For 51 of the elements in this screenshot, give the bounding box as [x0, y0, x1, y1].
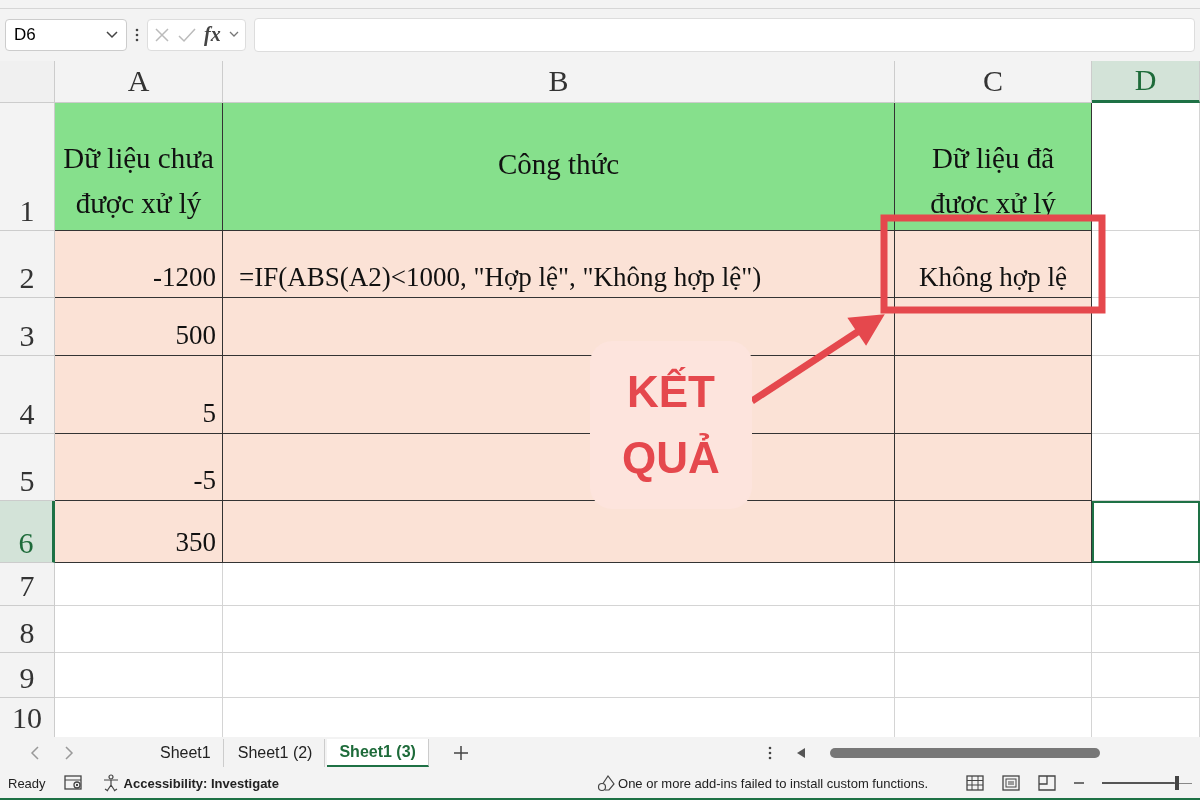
column-header[interactable]: A [55, 60, 223, 103]
header-cell: Công thức [223, 102, 895, 231]
sheet-tab[interactable]: Sheet1 (3) [327, 738, 429, 767]
macro-recording-icon[interactable] [63, 775, 84, 792]
table-cell: -5 [55, 433, 223, 501]
sheet-tab[interactable]: Sheet1 [148, 738, 224, 767]
name-box[interactable]: D6 [5, 18, 127, 51]
add-sheet-icon[interactable] [452, 744, 469, 761]
row-header[interactable]: 9 [0, 652, 55, 698]
formula-input[interactable] [253, 17, 1195, 52]
horizontal-scrollbar[interactable] [830, 747, 1100, 758]
next-sheet-icon[interactable] [64, 745, 74, 760]
row-header[interactable]: 3 [0, 297, 55, 356]
accessibility-button[interactable]: Accessibility: Investigate [101, 774, 279, 793]
row-header[interactable]: 1 [0, 102, 55, 231]
accessibility-icon [101, 774, 120, 793]
normal-view-icon[interactable] [966, 775, 984, 792]
scroll-left-icon[interactable] [796, 746, 806, 759]
table-cell: 350 [55, 500, 223, 563]
page-break-icon[interactable] [1038, 775, 1056, 792]
row-header[interactable]: 8 [0, 605, 55, 653]
table-cell: Không hợp lệ [895, 230, 1092, 298]
callout-label: KẾT QUẢ [590, 340, 752, 509]
shape-icon [597, 774, 615, 793]
column-header[interactable]: D [1092, 60, 1200, 103]
table-cell: -1200 [55, 230, 223, 298]
row-header[interactable]: 2 [0, 230, 55, 298]
row-header[interactable]: 5 [0, 433, 55, 501]
caret-icon [106, 30, 118, 39]
row-header[interactable]: 10 [0, 697, 55, 738]
table-cell: 5 [55, 355, 223, 434]
more-icon[interactable] [135, 27, 139, 42]
add-ins-warning[interactable]: One or more add-ins failed to install custom functions. [597, 774, 928, 793]
table-cell: 500 [55, 297, 223, 356]
caret-icon[interactable] [228, 31, 239, 39]
more-icon[interactable] [768, 745, 772, 760]
header-cell: Dữ liệu chưa được xử lý [55, 102, 223, 231]
column-header[interactable]: B [223, 60, 895, 103]
page-layout-icon[interactable] [1002, 775, 1020, 792]
zoom-out-icon[interactable] [1074, 781, 1084, 786]
status-mode: Ready [8, 775, 46, 791]
previous-sheet-icon[interactable] [30, 745, 40, 760]
check-icon[interactable] [178, 26, 196, 43]
row-header[interactable]: 6 [0, 500, 55, 563]
column-header[interactable]: C [895, 60, 1092, 103]
sheet-tab[interactable]: Sheet1 (2) [225, 738, 326, 767]
row-header[interactable]: 7 [0, 562, 55, 606]
table-cell: =IF(ABS(A2)<1000, "Hợp lệ", "Không hợp lệ") [223, 230, 895, 298]
row-header[interactable]: 4 [0, 355, 55, 434]
active-cell[interactable] [1092, 500, 1200, 563]
insert-function-button[interactable]: fx [204, 23, 221, 47]
